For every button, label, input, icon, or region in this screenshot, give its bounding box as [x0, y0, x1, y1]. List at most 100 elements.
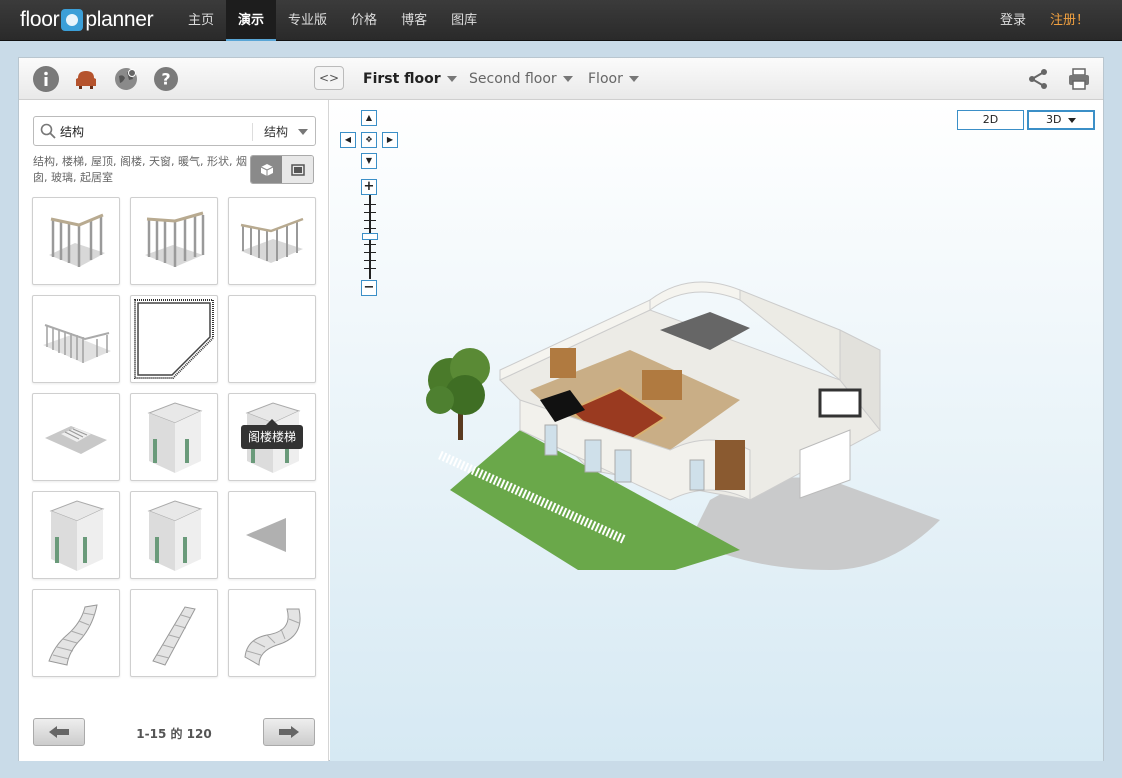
nav-blog[interactable]: 博客 — [389, 0, 439, 41]
zoom-tick — [364, 212, 376, 213]
floorplanner-logo[interactable]: floor planner — [20, 7, 154, 33]
tab-floor-label: Floor — [588, 71, 623, 87]
editor-app: ? <> First floor Second floor Floor 结构 结… — [18, 57, 1104, 761]
login-link[interactable]: 登录 — [1000, 0, 1026, 41]
pan-right-button[interactable]: ▶ — [382, 132, 398, 148]
stairs-icon — [244, 608, 301, 666]
collapse-sidebar-button[interactable]: <> — [314, 66, 344, 90]
zoom-out-button[interactable]: − — [361, 280, 377, 296]
svg-text:?: ? — [161, 70, 170, 89]
info-icon[interactable] — [33, 66, 59, 92]
stairs-icon — [45, 426, 107, 454]
zoom-tick — [364, 268, 376, 269]
library-item-glass-box-3[interactable] — [32, 491, 120, 579]
pagination-text: 1-15 的 120 — [136, 727, 212, 741]
library-item-railing[interactable] — [32, 197, 120, 285]
zoom-in-button[interactable]: + — [361, 179, 377, 195]
search-icon — [40, 123, 56, 139]
library-item-attic-stairs[interactable] — [228, 295, 316, 383]
shape-icon — [134, 299, 214, 379]
chevron-down-icon — [1067, 117, 1076, 123]
library-item-railing-3[interactable] — [228, 197, 316, 285]
nav-gallery[interactable]: 图库 — [439, 0, 489, 41]
next-page-button[interactable] — [263, 718, 315, 746]
divider — [252, 123, 253, 141]
print-icon[interactable] — [1067, 67, 1091, 95]
prev-page-button[interactable] — [33, 718, 85, 746]
tab-second-floor-label: Second floor — [469, 71, 557, 87]
pan-center-button[interactable]: ✥ — [361, 132, 377, 148]
editor-toolbar: ? <> First floor Second floor Floor — [19, 58, 1103, 100]
top-navigation: floor planner 主页 演示 专业版 价格 博客 图库 登录 注册！ — [0, 0, 1122, 41]
tab-second-floor[interactable]: Second floor — [469, 58, 573, 100]
library-item-spiral-stairs[interactable] — [228, 589, 316, 677]
2d-view-toggle[interactable] — [282, 156, 313, 183]
bookshelf — [550, 348, 576, 378]
stairs-icon — [48, 604, 98, 666]
bed — [818, 388, 862, 418]
library-item-shape-cut[interactable] — [130, 295, 218, 383]
item-tooltip: 阁楼楼梯 — [241, 419, 304, 449]
pan-left-button[interactable]: ◀ — [340, 132, 356, 148]
zoom-tick — [364, 244, 376, 245]
nav-demo[interactable]: 演示 — [226, 0, 277, 41]
arrow-left-icon — [49, 726, 69, 738]
library-item-straight-stairs[interactable] — [130, 589, 218, 677]
tag-list: 结构, 楼梯, 屋顶, 阁楼, 天窗, 暖气, 形状, 烟囱, 玻璃, 起居室 — [33, 155, 247, 184]
chevron-down-icon — [628, 76, 639, 82]
bookshelf — [642, 370, 682, 400]
zoom-tick — [364, 220, 376, 221]
tab-floor[interactable]: Floor — [588, 58, 639, 100]
view-toggle — [250, 155, 314, 184]
category-select[interactable]: 结构 — [264, 123, 288, 140]
box-icon — [147, 402, 203, 473]
chevron-down-icon — [446, 76, 457, 82]
chevron-down-icon — [562, 76, 573, 82]
nav-home[interactable]: 主页 — [176, 0, 226, 41]
zoom-slider-handle[interactable] — [362, 233, 378, 240]
mode-3d-button[interactable]: 3D — [1027, 110, 1095, 130]
railing-icon — [43, 324, 111, 363]
library-item-curved-stairs[interactable] — [32, 589, 120, 677]
library-item-stair-floor[interactable] — [32, 393, 120, 481]
pan-up-button[interactable]: ▲ — [361, 110, 377, 126]
railing-icon — [240, 217, 304, 263]
library-item-glass-box-4[interactable] — [130, 491, 218, 579]
tab-first-floor[interactable]: First floor — [363, 58, 457, 100]
square-icon — [290, 163, 305, 176]
nav-pro[interactable]: 专业版 — [276, 0, 339, 41]
nav-pricing[interactable]: 价格 — [339, 0, 389, 41]
chevron-down-icon[interactable] — [298, 129, 308, 135]
arrow-right-icon — [279, 726, 299, 738]
railing-icon — [49, 213, 105, 267]
stairs-icon — [152, 606, 196, 666]
railing-icon — [145, 211, 205, 267]
share-icon[interactable] — [1027, 68, 1049, 94]
library-sidebar: 结构 结构, 楼梯, 屋顶, 阁楼, 天窗, 暖气, 形状, 烟囱, 玻璃, 起… — [19, 100, 329, 761]
pan-down-button[interactable]: ▼ — [361, 153, 377, 169]
library-item-railing-2[interactable] — [130, 197, 218, 285]
house-3d-render — [426, 281, 940, 570]
mode-3d-label: 3D — [1046, 113, 1062, 126]
zoom-tick — [364, 260, 376, 261]
3d-view-toggle[interactable] — [251, 156, 282, 183]
cube-icon — [260, 163, 273, 176]
search-input[interactable] — [60, 121, 250, 141]
box-icon — [49, 500, 105, 571]
help-icon[interactable]: ? — [153, 66, 179, 92]
settings-globe-icon[interactable] — [113, 66, 139, 92]
tree — [426, 348, 490, 440]
library-item-railing-4[interactable] — [32, 295, 120, 383]
main-nav: 主页 演示 专业版 价格 博客 图库 — [176, 0, 489, 41]
3d-canvas[interactable]: 2D 3D ▲ ◀ ✥ ▶ ▼ + − — [330, 100, 1103, 761]
wall — [649, 281, 741, 311]
logo-text-right: planner — [85, 8, 154, 31]
logo-text-left: floor — [20, 8, 60, 31]
signup-link[interactable]: 注册！ — [1050, 0, 1089, 41]
zoom-tick — [364, 252, 376, 253]
library-item-glass-box[interactable] — [130, 393, 218, 481]
box-icon — [147, 500, 203, 571]
library-item-triangle[interactable] — [228, 491, 316, 579]
furniture-icon[interactable] — [73, 66, 99, 92]
mode-2d-button[interactable]: 2D — [957, 110, 1024, 130]
